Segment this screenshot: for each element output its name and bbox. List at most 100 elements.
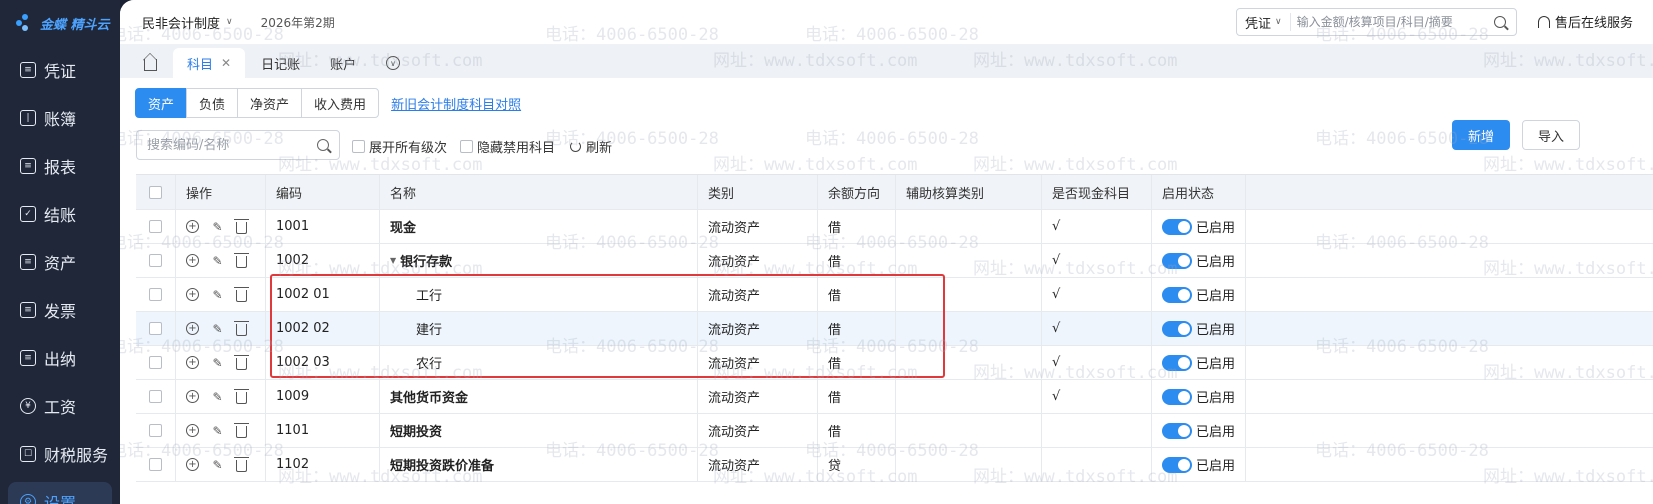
import-button[interactable]: 导入: [1522, 120, 1580, 150]
status-toggle[interactable]: [1162, 252, 1192, 269]
app-logo[interactable]: 金蝶 精斗云: [0, 0, 120, 46]
status-toggle[interactable]: [1162, 422, 1192, 439]
row-checkbox[interactable]: [149, 356, 162, 369]
select-all-checkbox[interactable]: [149, 185, 162, 199]
table-row[interactable]: + ✎ 1002 01 工行 流动资产借 √ 已启用: [136, 278, 1653, 312]
delete-icon[interactable]: [234, 218, 249, 234]
table-row[interactable]: + ✎ 1002 ▼ 银行存款 流动资产借 √ 已启用: [136, 244, 1653, 278]
delete-icon[interactable]: [234, 252, 249, 268]
logo-icon: [16, 14, 34, 32]
row-checkbox[interactable]: [149, 390, 162, 403]
category-net-assets-button[interactable]: 净资产: [237, 88, 303, 118]
sidebar-item-books[interactable]: | 账簿: [0, 94, 120, 142]
add-child-icon[interactable]: +: [186, 288, 199, 301]
subject-search-input[interactable]: [137, 137, 317, 153]
add-button[interactable]: 新增: [1452, 120, 1510, 150]
edit-icon[interactable]: ✎: [211, 390, 224, 404]
delete-icon[interactable]: [234, 354, 249, 370]
status-label: 已启用: [1196, 425, 1236, 440]
search-type-select[interactable]: 凭证 ∨: [1237, 13, 1291, 32]
status-toggle[interactable]: [1162, 388, 1192, 405]
old-new-mapping-link[interactable]: 新旧会计制度科目对照: [391, 94, 521, 113]
period-label[interactable]: 2026年第2期: [261, 14, 335, 31]
delete-icon[interactable]: [234, 456, 249, 472]
row-actions: + ✎: [176, 448, 266, 481]
tab-subjects[interactable]: 科目 ✕: [173, 48, 246, 78]
row-checkbox[interactable]: [149, 220, 162, 233]
table-row[interactable]: + ✎ 1102 短期投资跌价准备 流动资产贷已启用: [136, 448, 1653, 482]
edit-icon[interactable]: ✎: [211, 254, 224, 268]
tab-home[interactable]: [130, 48, 171, 78]
tab-accounts[interactable]: 账户: [316, 48, 370, 78]
edit-icon[interactable]: ✎: [211, 458, 224, 472]
close-icon[interactable]: ✕: [221, 56, 231, 70]
status-toggle[interactable]: [1162, 218, 1192, 235]
add-child-icon[interactable]: +: [186, 322, 199, 335]
sidebar-item-settings[interactable]: ⚙ 设置: [8, 482, 112, 504]
table-row[interactable]: + ✎ 1009 其他货币资金 流动资产借 √ 已启用: [136, 380, 1653, 414]
code-cell: 1002 02: [266, 312, 380, 345]
delete-icon[interactable]: [234, 286, 249, 302]
status-toggle[interactable]: [1162, 320, 1192, 337]
add-child-icon[interactable]: +: [186, 356, 199, 369]
after-sales-service-link[interactable]: 售后在线服务: [1538, 12, 1633, 31]
checkbox-box[interactable]: [460, 140, 473, 153]
row-checkbox[interactable]: [149, 322, 162, 335]
add-child-icon[interactable]: +: [186, 458, 199, 471]
sidebar-item-salary[interactable]: ¥ 工资: [0, 382, 120, 430]
row-checkbox[interactable]: [149, 288, 162, 301]
name-cell: 现金: [380, 210, 698, 243]
edit-icon[interactable]: ✎: [211, 424, 224, 438]
subjects-panel: 资产 负债 净资产 收入费用 新旧会计制度科目对照 展开所有级次 隐藏禁用科目 …: [120, 78, 1653, 504]
category-liabilities-button[interactable]: 负债: [186, 88, 239, 118]
sidebar-item-voucher[interactable]: ≡ 凭证: [0, 46, 120, 94]
category-income-expense-button[interactable]: 收入费用: [301, 88, 380, 118]
search-icon[interactable]: [1494, 16, 1506, 28]
add-child-icon[interactable]: +: [186, 424, 199, 437]
sidebar-item-assets[interactable]: ≡ 资产: [0, 238, 120, 286]
aux-cell: [896, 380, 1042, 413]
category-assets-button[interactable]: 资产: [135, 88, 188, 118]
sidebar-item-tax-service[interactable]: ☐ 财税服务: [0, 430, 120, 478]
status-label: 已启用: [1196, 221, 1236, 236]
refresh-button[interactable]: 刷新: [570, 137, 612, 156]
edit-icon[interactable]: ✎: [211, 288, 224, 302]
sidebar-item-cashier[interactable]: ≡ 出纳: [0, 334, 120, 382]
sidebar-item-invoice[interactable]: ≡ 发票: [0, 286, 120, 334]
tab-journal[interactable]: 日记账: [247, 48, 314, 78]
accounting-system-select[interactable]: 民非会计制度 ∨: [142, 13, 233, 32]
edit-icon[interactable]: ✎: [211, 220, 224, 234]
edit-icon[interactable]: ✎: [211, 356, 224, 370]
checkbox-box[interactable]: [352, 140, 365, 153]
delete-icon[interactable]: [234, 422, 249, 438]
search-icon[interactable]: [317, 139, 329, 151]
table-row[interactable]: + ✎ 1001 现金 流动资产借 √ 已启用: [136, 210, 1653, 244]
row-checkbox[interactable]: [149, 424, 162, 437]
status-toggle[interactable]: [1162, 354, 1192, 371]
status-toggle[interactable]: [1162, 456, 1192, 473]
delete-icon[interactable]: [234, 388, 249, 404]
hide-disabled-checkbox[interactable]: 隐藏禁用科目: [460, 137, 555, 156]
type-cell: 流动资产: [698, 210, 818, 243]
sidebar-item-label: 设置: [44, 494, 77, 504]
add-child-icon[interactable]: +: [186, 220, 199, 233]
cash-flag-cell: √: [1042, 244, 1152, 277]
tab-more[interactable]: ∨: [372, 48, 414, 78]
status-toggle[interactable]: [1162, 286, 1192, 303]
delete-icon[interactable]: [234, 320, 249, 336]
table-row[interactable]: + ✎ 1002 02 建行 流动资产借 √ 已启用: [136, 312, 1653, 346]
asset-icon: ≡: [20, 254, 36, 270]
add-child-icon[interactable]: +: [186, 390, 199, 403]
edit-icon[interactable]: ✎: [211, 322, 224, 336]
type-cell: 流动资产: [698, 312, 818, 345]
row-checkbox[interactable]: [149, 458, 162, 471]
collapse-caret-icon[interactable]: ▼: [390, 256, 396, 265]
table-row[interactable]: + ✎ 1101 短期投资 流动资产借已启用: [136, 414, 1653, 448]
sidebar-item-reports[interactable]: ≡ 报表: [0, 142, 120, 190]
table-row[interactable]: + ✎ 1002 03 农行 流动资产借 √ 已启用: [136, 346, 1653, 380]
sidebar-item-close-account[interactable]: ✓ 结账: [0, 190, 120, 238]
global-search-input[interactable]: [1290, 15, 1494, 29]
add-child-icon[interactable]: +: [186, 254, 199, 267]
row-checkbox[interactable]: [149, 254, 162, 267]
expand-all-checkbox[interactable]: 展开所有级次: [352, 137, 447, 156]
